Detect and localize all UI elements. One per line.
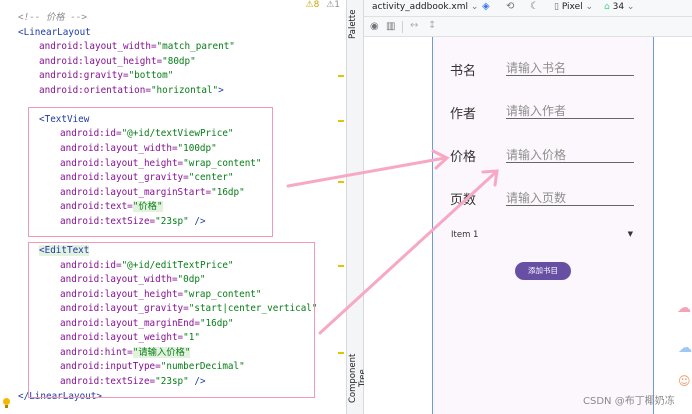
blueprint-icon[interactable]: ▥: [386, 21, 395, 32]
device-label: Pixel: [561, 2, 583, 12]
api-level-selector[interactable]: ⌂ 34 ⌄: [604, 2, 634, 12]
code-token: "bottom": [128, 70, 174, 82]
phone-preview[interactable]: 书名 请输入书名 作者 请输入作者 价格 请输入价格 页数 请输入页数 Item…: [432, 37, 654, 414]
code-token: android:orientation=: [39, 84, 151, 96]
code-token: -->: [64, 12, 87, 23]
author-label: 作者: [450, 107, 477, 122]
night-mode-icon[interactable]: ☾: [530, 1, 539, 12]
price-input[interactable]: 请输入价格: [506, 146, 634, 163]
code-token: android:layout_width=: [39, 41, 157, 53]
chevron-down-icon: ⌄: [585, 2, 594, 12]
warning-count: ⚠8: [305, 0, 320, 10]
code-token: >: [218, 84, 224, 96]
code-line: android:layout_width="match_parent": [39, 41, 235, 53]
cloud-sticker-icon: ☁: [678, 340, 692, 356]
bulb-icon[interactable]: [3, 398, 11, 408]
code-line: android:gravity="bottom": [39, 70, 173, 82]
code-line: <LinearLayout: [18, 27, 91, 39]
code-token: "match_parent": [156, 41, 235, 53]
code-line: android:orientation="horizontal">: [39, 85, 224, 97]
layers-icon[interactable]: ◈: [482, 1, 490, 12]
title-input[interactable]: 请输入书名: [506, 59, 634, 76]
design-toolbar-secondary: ◉ ▥ ↔ ↕: [364, 17, 692, 37]
api-level-label: 34: [612, 2, 625, 12]
warning-marker[interactable]: [338, 265, 344, 267]
design-toolbar: activity_addbook.xml ⌄ ◈ ⟲ ☾ ▯ Pixel ⌄ ⌂…: [364, 0, 692, 17]
warning-marker[interactable]: [338, 181, 344, 183]
code-line: <!-- 价格 -->: [18, 12, 87, 24]
component-tree-tab[interactable]: Component Tree: [348, 346, 368, 410]
price-label: 价格: [450, 150, 477, 165]
file-tab[interactable]: activity_addbook.xml ⌄: [372, 2, 478, 12]
code-token: <!--: [18, 12, 46, 23]
watermark: CSDN @布丁椰奶冻: [583, 396, 675, 407]
category-spinner[interactable]: Item 1 ▼: [451, 230, 635, 244]
cloud-sticker-icon: ☁: [677, 300, 691, 316]
android-icon: ⌂: [604, 2, 610, 12]
code-token: android:gravity=: [39, 70, 129, 82]
author-input[interactable]: 请输入作者: [506, 102, 634, 119]
chevron-down-icon: ⌄: [626, 2, 635, 12]
add-book-button[interactable]: 添加书目: [515, 262, 571, 280]
code-line: android:layout_height="80dp": [39, 56, 196, 68]
phone-icon: ▯: [554, 2, 559, 12]
vertical-arrows-icon[interactable]: ↕: [428, 20, 436, 31]
palette-tab[interactable]: Palette: [348, 4, 363, 44]
warning-marker[interactable]: [338, 352, 344, 354]
warning-marker[interactable]: [338, 75, 344, 77]
textview-highlight-box: [28, 107, 273, 237]
pages-input[interactable]: 请输入页数: [506, 189, 634, 206]
edittext-highlight-box: [28, 242, 315, 398]
code-token: "80dp": [162, 55, 196, 67]
code-token: android:layout_height=: [39, 55, 163, 67]
title-label: 书名: [450, 64, 477, 79]
device-selector[interactable]: ▯ Pixel ⌄: [554, 2, 593, 12]
orientation-icon[interactable]: ⟲: [506, 1, 514, 12]
horizontal-arrows-icon[interactable]: ↔: [410, 20, 418, 31]
toolbar-divider: [402, 21, 403, 33]
chevron-down-icon: ⌄: [470, 2, 479, 12]
code-token: <LinearLayout: [18, 26, 91, 38]
eye-icon[interactable]: ◉: [370, 21, 379, 32]
face-sticker-icon: ☺: [678, 374, 691, 388]
dropdown-arrow-icon: ▼: [627, 230, 633, 238]
code-editor[interactable]: ⚠8 ⚠1 <!-- 价格 --> <LinearLayout android:la…: [0, 0, 346, 414]
pages-label: 页数: [450, 193, 477, 208]
side-tool-strip: Palette Component Tree: [346, 0, 368, 414]
code-token: "horizontal": [150, 84, 219, 96]
layout-design-panel: activity_addbook.xml ⌄ ◈ ⟲ ☾ ▯ Pixel ⌄ ⌂…: [364, 0, 692, 414]
file-tab-label: activity_addbook.xml: [372, 2, 469, 12]
warning-marker[interactable]: [338, 120, 344, 122]
spinner-selected: Item 1: [451, 230, 479, 240]
inspection-widget[interactable]: ⚠8 ⚠1: [306, 0, 340, 10]
weak-warning-count: ⚠1: [326, 0, 340, 10]
code-token: 价格: [46, 12, 65, 23]
